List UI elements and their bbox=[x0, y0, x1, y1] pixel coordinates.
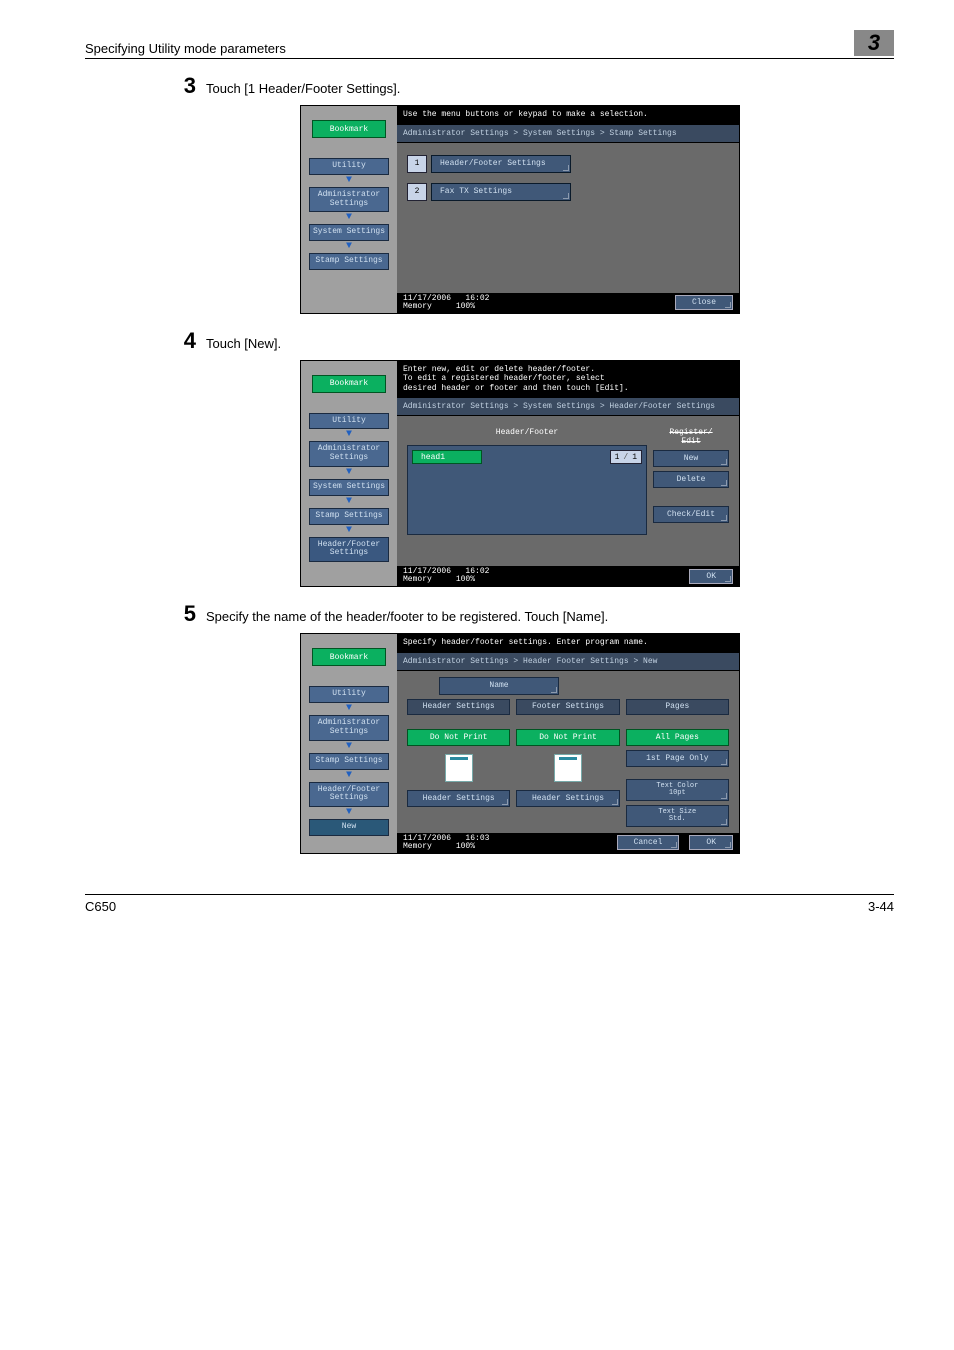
sidebar-utility[interactable]: Utility bbox=[309, 413, 389, 430]
delete-button[interactable]: Delete bbox=[653, 471, 729, 488]
status-datetime: 11/17/2006 16:02 Memory 100% bbox=[403, 568, 489, 584]
chevron-down-icon: ▼ bbox=[346, 177, 352, 185]
footer-header-settings-button[interactable]: Header Settings bbox=[516, 790, 619, 807]
breadcrumb: Administrator Settings > System Settings… bbox=[397, 124, 739, 143]
col-head-footer-settings: Footer Settings bbox=[516, 699, 619, 715]
menu-index-1[interactable]: 1 bbox=[407, 155, 427, 173]
sidebar-stamp-settings[interactable]: Stamp Settings bbox=[309, 508, 389, 525]
sidebar-system-settings[interactable]: System Settings bbox=[309, 479, 389, 496]
header-settings-button[interactable]: Header Settings bbox=[407, 790, 510, 807]
bookmark-button[interactable]: Bookmark bbox=[312, 648, 386, 666]
header-preview-icon bbox=[445, 754, 473, 782]
footer-page-number: 3-44 bbox=[868, 899, 894, 914]
chevron-down-icon: ▼ bbox=[346, 243, 352, 251]
col-head-pages: Pages bbox=[626, 699, 729, 715]
sidebar-new[interactable]: New bbox=[309, 819, 389, 836]
screenshot-new-header-footer: Bookmark Utility ▼ Administrator Setting… bbox=[300, 633, 740, 854]
sidebar-utility[interactable]: Utility bbox=[309, 686, 389, 703]
text-color-button[interactable]: Text Color10pt bbox=[626, 779, 729, 801]
text-size-button[interactable]: Text SizeStd. bbox=[626, 805, 729, 827]
cancel-button[interactable]: Cancel bbox=[617, 835, 680, 850]
pages-first-page-only[interactable]: 1st Page Only bbox=[626, 750, 729, 767]
list-item-head1[interactable]: head1 bbox=[412, 450, 482, 464]
sidebar-stamp-settings[interactable]: Stamp Settings bbox=[309, 753, 389, 770]
pages-all-pages[interactable]: All Pages bbox=[626, 729, 729, 746]
col-head-header-settings: Header Settings bbox=[407, 699, 510, 715]
instruction-bar: Specify header/footer settings. Enter pr… bbox=[397, 634, 739, 652]
step-text-4: Touch [New]. bbox=[206, 330, 281, 351]
bookmark-button[interactable]: Bookmark bbox=[312, 120, 386, 138]
ok-button[interactable]: OK bbox=[689, 835, 733, 850]
page-chapter-number: 3 bbox=[854, 30, 894, 56]
sidebar-utility[interactable]: Utility bbox=[309, 158, 389, 175]
instruction-bar: Enter new, edit or delete header/footer.… bbox=[397, 361, 739, 398]
chevron-down-icon: ▼ bbox=[346, 469, 352, 477]
sidebar-admin-settings[interactable]: Administrator Settings bbox=[309, 441, 389, 467]
screenshot-header-footer-list: Bookmark Utility ▼ Administrator Setting… bbox=[300, 360, 740, 588]
chevron-down-icon: ▼ bbox=[346, 527, 352, 535]
list-pager[interactable]: 1/1 bbox=[610, 450, 642, 464]
new-button[interactable]: New bbox=[653, 450, 729, 467]
menu-header-footer-settings[interactable]: Header/Footer Settings bbox=[431, 155, 571, 173]
close-button[interactable]: Close bbox=[675, 295, 733, 310]
chevron-down-icon: ▼ bbox=[346, 214, 352, 222]
sidebar-header-footer-settings[interactable]: Header/Footer Settings bbox=[309, 782, 389, 808]
sidebar-system-settings[interactable]: System Settings bbox=[309, 224, 389, 241]
register-edit-label: Register/ Edit bbox=[653, 428, 729, 446]
chevron-down-icon: ▼ bbox=[346, 498, 352, 506]
page-header-title: Specifying Utility mode parameters bbox=[85, 41, 844, 56]
sidebar-admin-settings[interactable]: Administrator Settings bbox=[309, 187, 389, 213]
step-text-5: Specify the name of the header/footer to… bbox=[206, 603, 608, 624]
sidebar-admin-settings[interactable]: Administrator Settings bbox=[309, 715, 389, 741]
chevron-down-icon: ▼ bbox=[346, 772, 352, 780]
menu-fax-tx-settings[interactable]: Fax TX Settings bbox=[431, 183, 571, 201]
header-footer-listbox[interactable]: head1 1/1 bbox=[407, 445, 647, 535]
status-datetime: 11/17/2006 16:02 Memory 100% bbox=[403, 295, 489, 311]
chevron-down-icon: ▼ bbox=[346, 743, 352, 751]
chevron-down-icon: ▼ bbox=[346, 431, 352, 439]
step-number-5: 5 bbox=[160, 601, 196, 627]
check-edit-button[interactable]: Check/Edit bbox=[653, 506, 729, 523]
step-number-3: 3 bbox=[160, 73, 196, 99]
list-title: Header/Footer bbox=[407, 428, 647, 437]
chevron-down-icon: ▼ bbox=[346, 705, 352, 713]
bookmark-button[interactable]: Bookmark bbox=[312, 375, 386, 393]
step-number-4: 4 bbox=[160, 328, 196, 354]
footer-model: C650 bbox=[85, 899, 116, 914]
footer-preview-icon bbox=[554, 754, 582, 782]
menu-index-2[interactable]: 2 bbox=[407, 183, 427, 201]
chevron-down-icon: ▼ bbox=[346, 809, 352, 817]
instruction-bar: Use the menu buttons or keypad to make a… bbox=[397, 106, 739, 124]
screenshot-stamp-settings: Bookmark Utility ▼ Administrator Setting… bbox=[300, 105, 740, 314]
footer-do-not-print[interactable]: Do Not Print bbox=[516, 729, 619, 746]
sidebar-header-footer-settings[interactable]: Header/Footer Settings bbox=[309, 537, 389, 563]
breadcrumb: Administrator Settings > Header Footer S… bbox=[397, 652, 739, 671]
ok-button[interactable]: OK bbox=[689, 569, 733, 584]
status-datetime: 11/17/2006 16:03 Memory 100% bbox=[403, 835, 489, 851]
name-button[interactable]: Name bbox=[439, 677, 559, 695]
header-do-not-print[interactable]: Do Not Print bbox=[407, 729, 510, 746]
step-text-3: Touch [1 Header/Footer Settings]. bbox=[206, 75, 400, 96]
breadcrumb: Administrator Settings > System Settings… bbox=[397, 397, 739, 416]
sidebar-stamp-settings[interactable]: Stamp Settings bbox=[309, 253, 389, 270]
